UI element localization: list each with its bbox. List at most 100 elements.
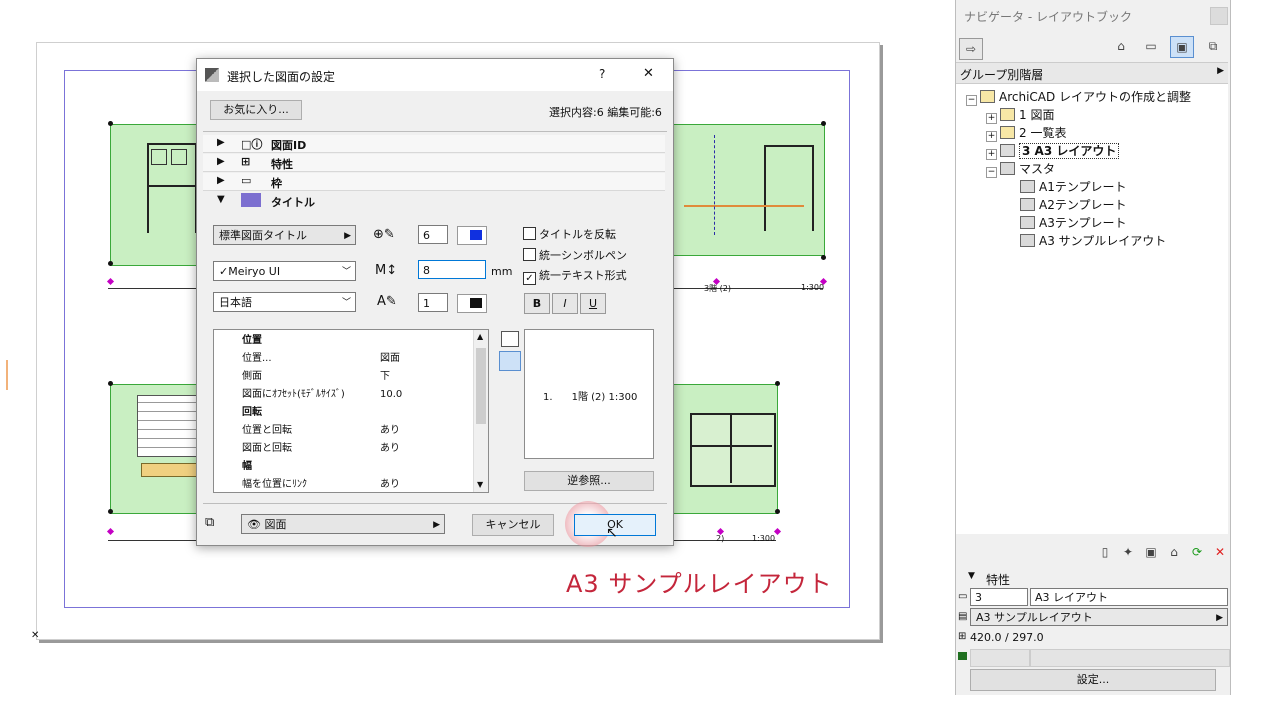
section-properties[interactable]: ▶ ⊞ 特性 (203, 154, 665, 172)
settings-button[interactable]: 設定... (970, 669, 1216, 691)
parameter-row[interactable]: 図面と回転 あり (214, 440, 472, 458)
revision-name-field (1030, 649, 1230, 667)
parameter-value: あり (380, 425, 400, 436)
sheet-caption: A3 サンプルレイアウト (566, 570, 833, 598)
tree-item[interactable]: A3テンプレート (1006, 214, 1126, 232)
list-scrollbar[interactable]: ▲ ▼ (473, 330, 488, 492)
layout-book-icon[interactable]: ▣ (1170, 36, 1194, 58)
new-master-icon[interactable]: ✦ (1117, 542, 1139, 562)
expand-icon[interactable]: + (986, 113, 997, 124)
parameter-row[interactable]: 図面にｵﾌｾｯﾄ(ﾓﾃﾞﾙｻｲｽﾞ) 10.0 (214, 386, 472, 404)
expand-arrow-icon: ▶ (217, 137, 225, 148)
pen-number-field[interactable]: 6 (418, 225, 448, 244)
preview-mode-icon-1[interactable] (501, 331, 519, 347)
text-pen-field[interactable]: 1 (418, 293, 448, 312)
title-preview: 1. 1階 (2) 1:300 (524, 329, 654, 459)
master-icon (1020, 180, 1035, 193)
cancel-button[interactable]: キャンセル (472, 514, 554, 536)
parameter-value: 10.0 (380, 389, 403, 400)
italic-button[interactable]: I (552, 293, 578, 314)
tree-item[interactable]: A2テンプレート (1006, 196, 1126, 214)
title-icon (241, 193, 261, 207)
language-select[interactable]: 日本語 ﹀ (213, 292, 356, 312)
scale-label-2: 3階 (2) (704, 284, 731, 293)
parameter-key: 幅 (242, 461, 252, 472)
preview-mode-icon-2[interactable] (499, 351, 521, 371)
favorites-button[interactable]: お気に入り... (210, 100, 302, 120)
flip-title-checkbox[interactable]: タイトルを反転 (523, 226, 616, 242)
publish-icon[interactable]: ⇨ (959, 38, 983, 60)
parameter-row[interactable]: 位置 (214, 332, 472, 350)
new-subset-icon[interactable]: ▣ (1140, 542, 1162, 562)
pen-color-swatch[interactable] (457, 226, 487, 245)
view-map-icon[interactable]: ▭ (1140, 36, 1162, 56)
tree-toolbar: ▯ ✦ ▣ ⌂ ⟳ ✕ (1094, 542, 1226, 562)
id-info-icon: □ⓘ (241, 138, 263, 151)
drawing-bottom-left[interactable] (110, 384, 202, 514)
layer-select[interactable]: 👁 図面 ▶ (241, 514, 445, 534)
collapse-icon[interactable]: − (966, 95, 977, 106)
expand-icon[interactable]: + (986, 149, 997, 160)
tree-item[interactable]: +3 A3 レイアウト (986, 142, 1120, 160)
tree-item-label: 3 A3 レイアウト (1019, 143, 1120, 159)
font-size-unit: mm (491, 265, 513, 278)
section-drawing-id[interactable]: ▶ □ⓘ 図面ID (203, 135, 665, 153)
parameter-row[interactable]: 側面 下 (214, 368, 472, 386)
palette-close-button[interactable] (1210, 7, 1228, 25)
tree-item[interactable]: A3 サンプルレイアウト (1006, 232, 1166, 250)
close-button[interactable]: ✕ (643, 66, 654, 81)
parameter-row[interactable]: 幅 (214, 458, 472, 476)
drawing-bottom-right[interactable] (673, 384, 778, 514)
uniform-pen-checkbox[interactable]: 統一シンボルペン (523, 247, 627, 263)
group-by-select[interactable]: グループ別階層 ▶ (956, 62, 1228, 84)
collapse-icon[interactable]: − (986, 167, 997, 178)
divider (203, 131, 667, 132)
layout-tree[interactable]: − ArchiCAD レイアウトの作成と調整 +1 図面 +2 一覧表 +3 A3 レイ… (956, 84, 1228, 534)
new-folder-icon[interactable]: ⌂ (1163, 542, 1185, 562)
section-title[interactable]: ▼ タイトル (203, 192, 665, 209)
help-button[interactable]: ? (599, 67, 605, 81)
layout-id-field[interactable]: 3 (970, 588, 1028, 606)
preview-text: 1. 1階 (2) 1:300 (543, 392, 638, 403)
reverse-reference-button[interactable]: 逆参照... (524, 471, 654, 491)
collapse-arrow-icon[interactable]: ▼ (968, 571, 975, 581)
dialog-titlebar[interactable]: 選択した図面の設定 ? ✕ (197, 59, 673, 91)
properties-header: 特性 (986, 573, 1011, 587)
parameter-key: 図面と回転 (242, 443, 292, 454)
section-frame[interactable]: ▶ ▭ 枠 (203, 173, 665, 191)
new-layout-icon[interactable]: ▯ (1094, 542, 1116, 562)
font-size-field[interactable]: 8 (418, 260, 486, 279)
tree-item[interactable]: A1テンプレート (1006, 178, 1126, 196)
navigator-title: ナビゲータ - レイアウトブック (964, 10, 1132, 24)
bold-button[interactable]: B (524, 293, 550, 314)
tree-item[interactable]: +2 一覧表 (986, 124, 1066, 142)
text-pen-icon: A✎ (377, 294, 397, 309)
parameter-value: あり (380, 443, 400, 454)
parameter-row[interactable]: 位置... 図面 (214, 350, 472, 368)
parameter-value: 下 (380, 371, 390, 382)
tree-item[interactable]: − ArchiCAD レイアウトの作成と調整 (966, 88, 1191, 106)
parameter-row[interactable]: 回転 (214, 404, 472, 422)
update-icon[interactable]: ⟳ (1186, 542, 1208, 562)
tree-item[interactable]: +1 図面 (986, 106, 1054, 124)
master-select[interactable]: A3 サンプルレイアウト ▶ (970, 608, 1228, 626)
text-pen-color-swatch[interactable] (457, 294, 487, 313)
parameter-key: 回転 (242, 407, 262, 418)
parameter-row[interactable]: 幅を位置にﾘﾝｸ あり (214, 476, 472, 492)
delete-icon[interactable]: ✕ (1209, 542, 1231, 562)
drawing-top-left[interactable] (110, 124, 202, 266)
uniform-text-checkbox[interactable]: ✓ 統一テキスト形式 (523, 267, 627, 285)
title-type-select[interactable]: 標準図面タイトル ▶ (213, 225, 356, 245)
parameter-row[interactable]: 位置と回転 あり (214, 422, 472, 440)
parameter-list[interactable]: 位置 位置... 図面 側面 下図面にｵﾌｾｯﾄ(ﾓﾃﾞﾙｻｲｽﾞ) 10.0 回転位置と回… (213, 329, 489, 493)
drawing-top-right[interactable] (673, 124, 825, 256)
folder-icon (1000, 108, 1015, 121)
expand-icon[interactable]: + (986, 131, 997, 142)
underline-button[interactable]: U (580, 293, 606, 314)
tree-item-label: A2テンプレート (1039, 198, 1127, 212)
tree-item[interactable]: − マスタ (986, 160, 1055, 178)
font-select[interactable]: ✓Meiryo UI ﹀ (213, 261, 356, 281)
publisher-sets-icon[interactable]: ⧉ (1202, 36, 1224, 56)
project-map-icon[interactable]: ⌂ (1110, 36, 1132, 56)
layout-name-field[interactable]: A3 レイアウト (1030, 588, 1228, 606)
